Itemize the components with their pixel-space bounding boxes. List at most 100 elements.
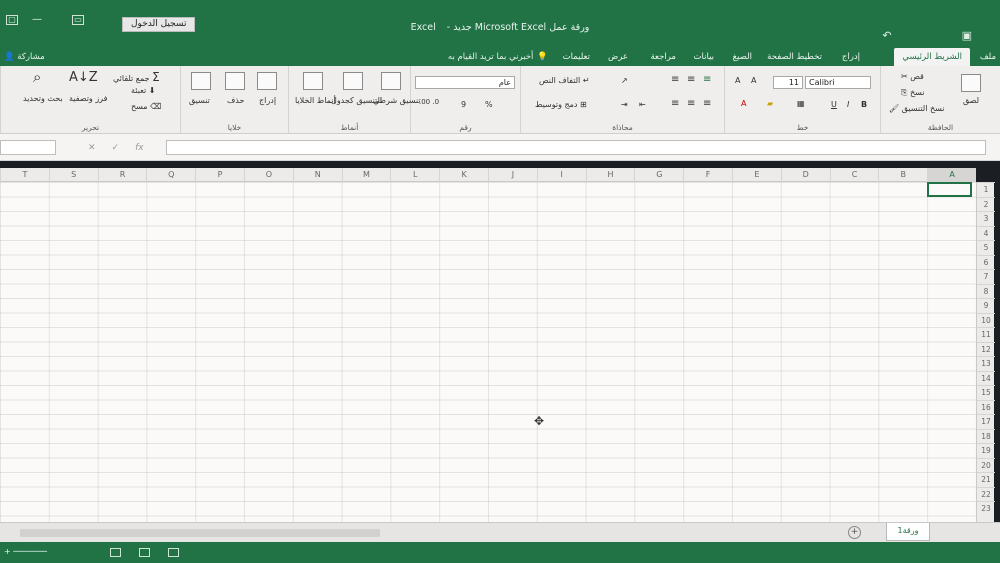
- row-header[interactable]: 12: [977, 341, 995, 357]
- align-right-icon[interactable]: ≡: [703, 98, 711, 109]
- add-sheet-button[interactable]: +: [848, 526, 861, 539]
- row-header[interactable]: 2: [977, 196, 995, 212]
- cell-grid[interactable]: [0, 182, 976, 522]
- row-header[interactable]: 20: [977, 457, 995, 473]
- cancel-icon[interactable]: ✕: [88, 143, 96, 153]
- page-layout-view-icon[interactable]: [139, 548, 150, 557]
- formula-input[interactable]: [166, 140, 986, 155]
- row-header[interactable]: 3: [977, 211, 995, 226]
- enter-icon[interactable]: ✓: [112, 143, 120, 153]
- conditional-format-icon[interactable]: [381, 72, 401, 90]
- row-header[interactable]: 5: [977, 240, 995, 255]
- tab-home[interactable]: الشريط الرئيسي: [894, 48, 970, 66]
- row-header[interactable]: 22: [977, 486, 995, 502]
- normal-view-icon[interactable]: [168, 548, 179, 557]
- autosum-button[interactable]: جمع تلقائي Σ: [113, 70, 160, 84]
- row-header[interactable]: 21: [977, 472, 995, 487]
- format-painter-button[interactable]: 🖌 نسخ التنسيق: [889, 104, 944, 113]
- font-size-select[interactable]: 11: [773, 76, 803, 89]
- tab-view[interactable]: عرض: [608, 48, 628, 66]
- column-header[interactable]: H: [585, 168, 635, 182]
- column-header[interactable]: L: [390, 168, 439, 182]
- cell-styles-icon[interactable]: [303, 72, 323, 90]
- delete-cells-button[interactable]: حذف: [227, 96, 244, 105]
- wrap-text-button[interactable]: التفاف النص ↵: [539, 76, 590, 85]
- column-header[interactable]: R: [97, 168, 147, 182]
- format-cells-icon[interactable]: [191, 72, 211, 90]
- row-header[interactable]: 8: [977, 283, 995, 299]
- fill-color-icon[interactable]: ▰: [767, 99, 773, 108]
- italic-button[interactable]: I: [847, 100, 849, 109]
- align-bottom-icon[interactable]: ≡: [703, 74, 711, 85]
- tab-review[interactable]: مراجعة: [650, 48, 676, 66]
- minimize-icon[interactable]: —: [32, 14, 42, 25]
- undo-icon[interactable]: ↶: [882, 29, 891, 42]
- sort-filter-button[interactable]: فرز وتصفية: [69, 94, 107, 103]
- align-middle-icon[interactable]: ≡: [687, 74, 695, 85]
- row-header[interactable]: 7: [977, 269, 995, 284]
- active-cell[interactable]: [927, 182, 972, 197]
- tab-page-layout[interactable]: تخطيط الصفحة: [767, 48, 822, 66]
- row-header[interactable]: 18: [977, 428, 995, 444]
- copy-button[interactable]: ⎘ نسخ: [901, 88, 924, 98]
- clear-button[interactable]: مسح ⌫: [131, 102, 161, 111]
- column-header[interactable]: T: [0, 168, 49, 182]
- bold-button[interactable]: B: [861, 100, 867, 109]
- column-header[interactable]: J: [488, 168, 537, 182]
- tab-file[interactable]: ملف: [980, 48, 996, 66]
- row-header[interactable]: 13: [977, 356, 995, 371]
- column-header[interactable]: A: [927, 168, 976, 182]
- row-header[interactable]: 11: [977, 327, 995, 342]
- share-button[interactable]: 👤 مشاركة: [4, 48, 45, 66]
- grow-font-button[interactable]: A: [751, 76, 756, 85]
- format-table-icon[interactable]: [343, 72, 363, 90]
- align-left-icon[interactable]: ≡: [671, 98, 679, 109]
- borders-icon[interactable]: ▦: [797, 99, 805, 108]
- column-header[interactable]: M: [341, 168, 391, 182]
- format-table-button[interactable]: التنسيق كجدول: [331, 96, 382, 105]
- format-cells-button[interactable]: تنسيق: [189, 96, 210, 105]
- row-header[interactable]: 14: [977, 370, 995, 386]
- sort-filter-icon[interactable]: A↓Z: [69, 70, 98, 85]
- row-header[interactable]: 9: [977, 298, 995, 313]
- row-header[interactable]: 15: [977, 385, 995, 400]
- column-header[interactable]: O: [244, 168, 293, 182]
- font-color-icon[interactable]: A: [741, 99, 746, 108]
- fill-button[interactable]: تعبئة ⬇: [131, 86, 155, 95]
- column-header[interactable]: P: [195, 168, 244, 182]
- row-header[interactable]: 17: [977, 414, 995, 429]
- horizontal-scrollbar[interactable]: [20, 529, 380, 537]
- insert-cells-button[interactable]: إدراج: [259, 96, 276, 105]
- align-top-icon[interactable]: ≡: [671, 74, 679, 85]
- number-format-select[interactable]: عام: [415, 76, 515, 89]
- row-header[interactable]: 19: [977, 443, 995, 458]
- tab-help[interactable]: تعليمات: [563, 48, 590, 66]
- column-header[interactable]: F: [683, 168, 732, 182]
- tab-insert[interactable]: إدراج: [842, 48, 860, 66]
- percent-button[interactable]: %: [485, 100, 493, 109]
- outdent-icon[interactable]: ⇤: [639, 100, 646, 109]
- orientation-icon[interactable]: ↗: [621, 76, 628, 85]
- sheet-tab[interactable]: ورقة1: [886, 523, 930, 541]
- column-header[interactable]: G: [634, 168, 683, 182]
- zoom-slider-icon[interactable]: + ───────: [4, 547, 47, 556]
- tell-me-box[interactable]: 💡 أخبرني بما تريد القيام به: [448, 48, 548, 66]
- indent-icon[interactable]: ⇥: [621, 100, 628, 109]
- find-select-button[interactable]: بحث وتحديد: [23, 94, 63, 103]
- signin-button[interactable]: تسجيل الدخول: [122, 17, 196, 32]
- save-icon[interactable]: ▣: [962, 29, 972, 42]
- paste-icon[interactable]: [961, 74, 981, 92]
- merge-center-button[interactable]: دمج وتوسيط ⊞: [535, 100, 587, 109]
- row-header[interactable]: 4: [977, 225, 995, 241]
- row-header[interactable]: 16: [977, 399, 995, 415]
- column-header[interactable]: E: [732, 168, 781, 182]
- column-header[interactable]: D: [780, 168, 830, 182]
- cut-button[interactable]: ✂ قص: [901, 72, 924, 81]
- row-header[interactable]: 10: [977, 312, 995, 328]
- decimal-icon[interactable]: .00 .0: [419, 98, 439, 106]
- ribbon-display-icon[interactable]: ▭: [72, 14, 84, 25]
- shrink-font-button[interactable]: A: [735, 76, 740, 85]
- name-box[interactable]: [0, 140, 56, 155]
- row-header[interactable]: 23: [977, 501, 995, 516]
- underline-button[interactable]: U: [831, 100, 837, 109]
